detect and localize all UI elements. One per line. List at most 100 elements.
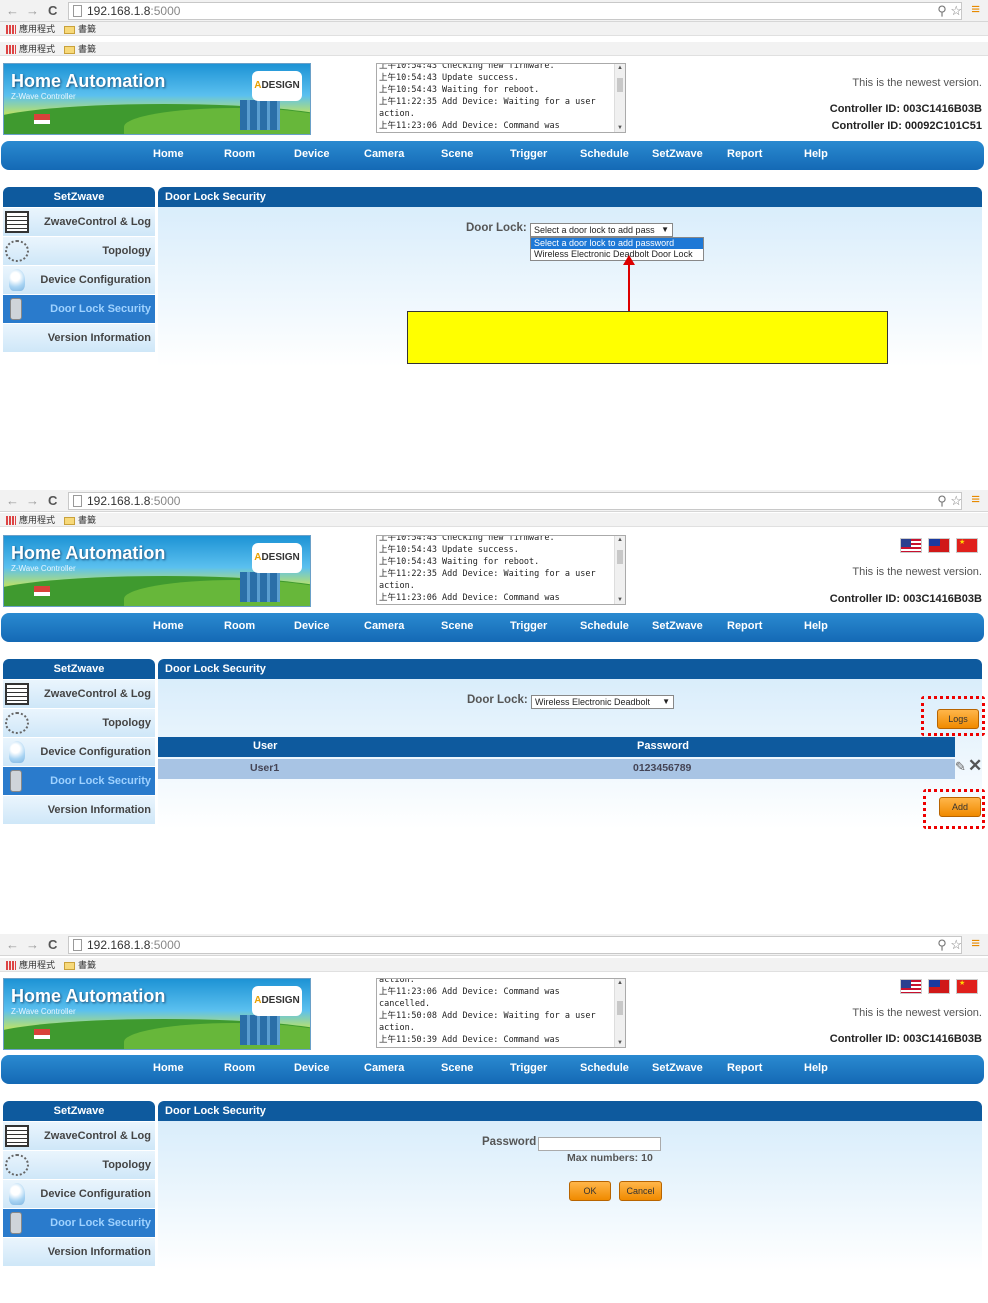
log-textarea[interactable]: 上午10:54:43 Checking new firmware. 上午10:54… — [376, 63, 626, 133]
sidebar-item-door-lock-security[interactable]: Door Lock Security — [3, 1209, 155, 1237]
edit-pencil-icon[interactable]: ✎ — [955, 759, 966, 775]
cancel-button[interactable]: Cancel — [619, 1181, 662, 1201]
sidebar-item-door-lock-security[interactable]: Door Lock Security — [3, 295, 155, 323]
apps-bookmark[interactable]: 應用程式 — [6, 958, 55, 972]
nav-trigger[interactable]: Trigger — [510, 620, 547, 632]
sidebar-item-device-configuration[interactable]: Device Configuration — [3, 1180, 155, 1208]
english-flag-icon[interactable] — [900, 538, 922, 553]
sidebar-item-topology[interactable]: Topology — [3, 709, 155, 737]
delete-x-icon[interactable]: ✕ — [968, 756, 982, 776]
reload-icon[interactable]: C — [48, 3, 57, 18]
apps-bookmark[interactable]: 應用程式 — [6, 22, 55, 36]
menu-icon[interactable]: ≡ — [971, 491, 980, 508]
simplified-chinese-flag-icon[interactable] — [956, 979, 978, 994]
sidebar-item-topology[interactable]: Topology — [3, 237, 155, 265]
log-textarea[interactable]: action. 上午11:23:06 Add Device: Command wa… — [376, 978, 626, 1048]
home-automation-banner[interactable]: Home Automation Z-Wave Controller ADESIG… — [3, 535, 311, 607]
home-automation-banner[interactable]: Home Automation Z-Wave Controller ADESIG… — [3, 978, 311, 1050]
url-field[interactable]: 192.168.1.8:5000 — [68, 936, 962, 954]
option-select-prompt[interactable]: Select a door lock to add password — [531, 238, 703, 249]
nav-scene[interactable]: Scene — [441, 148, 473, 160]
nav-report[interactable]: Report — [727, 620, 762, 632]
apps-bookmark[interactable]: 應用程式 — [6, 42, 55, 56]
nav-home[interactable]: Home — [153, 1062, 184, 1074]
nav-schedule[interactable]: Schedule — [580, 1062, 629, 1074]
door-lock-select[interactable]: Wireless Electronic Deadbolt ▼ — [531, 695, 674, 709]
bookmarks-folder[interactable]: 書籤 — [64, 42, 96, 56]
back-icon[interactable]: ← — [6, 937, 19, 952]
sidebar-item-door-lock-security[interactable]: Door Lock Security — [3, 767, 155, 795]
url-field[interactable]: 192.168.1.8:5000 — [68, 2, 962, 20]
nav-camera[interactable]: Camera — [364, 1062, 404, 1074]
nav-camera[interactable]: Camera — [364, 620, 404, 632]
scroll-thumb[interactable] — [617, 1001, 623, 1015]
nav-camera[interactable]: Camera — [364, 148, 404, 160]
scroll-down-icon[interactable]: ▼ — [617, 1040, 623, 1046]
nav-device[interactable]: Device — [294, 620, 329, 632]
nav-home[interactable]: Home — [153, 620, 184, 632]
forward-icon[interactable]: → — [26, 937, 39, 952]
scroll-down-icon[interactable]: ▼ — [617, 597, 623, 603]
forward-icon[interactable]: → — [26, 493, 39, 508]
ok-button[interactable]: OK — [569, 1181, 611, 1201]
reload-icon[interactable]: C — [48, 937, 57, 952]
key-star-icon[interactable]: ⚲ ☆ — [937, 493, 962, 509]
traditional-chinese-flag-icon[interactable] — [928, 538, 950, 553]
nav-room[interactable]: Room — [224, 148, 255, 160]
back-icon[interactable]: ← — [6, 493, 19, 508]
sidebar-item-version-information[interactable]: Version Information — [3, 324, 155, 352]
log-scrollbar[interactable]: ▲ ▼ — [614, 64, 625, 132]
nav-report[interactable]: Report — [727, 148, 762, 160]
nav-help[interactable]: Help — [804, 620, 828, 632]
simplified-chinese-flag-icon[interactable] — [956, 538, 978, 553]
menu-icon[interactable]: ≡ — [971, 1, 980, 18]
scroll-thumb[interactable] — [617, 550, 623, 564]
scroll-up-icon[interactable]: ▲ — [617, 537, 623, 543]
sidebar-item-device-configuration[interactable]: Device Configuration — [3, 266, 155, 294]
password-input[interactable] — [538, 1137, 661, 1151]
key-star-icon[interactable]: ⚲ ☆ — [937, 3, 962, 19]
reload-icon[interactable]: C — [48, 493, 57, 508]
nav-device[interactable]: Device — [294, 1062, 329, 1074]
nav-setzwave[interactable]: SetZwave — [652, 1062, 703, 1074]
door-lock-select[interactable]: Select a door lock to add pass ▼ — [530, 223, 673, 237]
option-deadbolt[interactable]: Wireless Electronic Deadbolt Door Lock — [531, 249, 703, 260]
scroll-up-icon[interactable]: ▲ — [617, 65, 623, 71]
nav-trigger[interactable]: Trigger — [510, 1062, 547, 1074]
sidebar-item-version-information[interactable]: Version Information — [3, 1238, 155, 1266]
nav-room[interactable]: Room — [224, 1062, 255, 1074]
key-star-icon[interactable]: ⚲ ☆ — [937, 937, 962, 953]
logs-button[interactable]: Logs — [937, 709, 979, 729]
bookmarks-folder[interactable]: 書籤 — [64, 513, 96, 527]
apps-bookmark[interactable]: 應用程式 — [6, 513, 55, 527]
forward-icon[interactable]: → — [26, 3, 39, 18]
bookmarks-folder[interactable]: 書籤 — [64, 22, 96, 36]
door-lock-options[interactable]: Select a door lock to add password Wirel… — [530, 237, 704, 261]
nav-report[interactable]: Report — [727, 1062, 762, 1074]
sidebar-item-zwavecontrol-log[interactable]: ZwaveControl & Log — [3, 208, 155, 236]
table-row[interactable]: User1 0123456789 — [158, 759, 955, 779]
nav-scene[interactable]: Scene — [441, 1062, 473, 1074]
nav-help[interactable]: Help — [804, 1062, 828, 1074]
nav-trigger[interactable]: Trigger — [510, 148, 547, 160]
nav-setzwave[interactable]: SetZwave — [652, 620, 703, 632]
back-icon[interactable]: ← — [6, 3, 19, 18]
sidebar-item-version-information[interactable]: Version Information — [3, 796, 155, 824]
english-flag-icon[interactable] — [900, 979, 922, 994]
nav-home[interactable]: Home — [153, 148, 184, 160]
log-textarea[interactable]: 上午10:54:43 Checking new firmware. 上午10:54… — [376, 535, 626, 605]
sidebar-item-topology[interactable]: Topology — [3, 1151, 155, 1179]
home-automation-banner[interactable]: Home Automation Z-Wave Controller ADESIG… — [3, 63, 311, 135]
log-scrollbar[interactable]: ▲ ▼ — [614, 536, 625, 604]
sidebar-item-zwavecontrol-log[interactable]: ZwaveControl & Log — [3, 680, 155, 708]
scroll-up-icon[interactable]: ▲ — [617, 980, 623, 986]
log-scrollbar[interactable]: ▲ ▼ — [614, 979, 625, 1047]
scroll-thumb[interactable] — [617, 78, 623, 92]
nav-help[interactable]: Help — [804, 148, 828, 160]
scroll-down-icon[interactable]: ▼ — [617, 125, 623, 131]
sidebar-item-zwavecontrol-log[interactable]: ZwaveControl & Log — [3, 1122, 155, 1150]
url-field[interactable]: 192.168.1.8:5000 — [68, 492, 962, 510]
nav-device[interactable]: Device — [294, 148, 329, 160]
menu-icon[interactable]: ≡ — [971, 935, 980, 952]
add-button[interactable]: Add — [939, 797, 981, 817]
